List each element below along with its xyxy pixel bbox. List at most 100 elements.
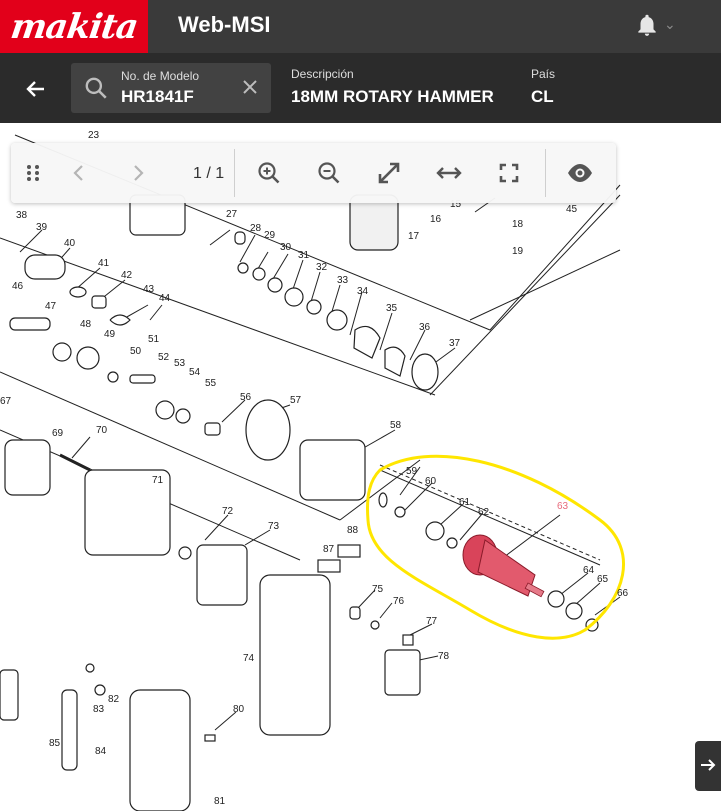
part-label: 42: [121, 270, 133, 281]
part-label: 67: [0, 396, 12, 407]
page-indicator: 1 / 1: [193, 165, 225, 182]
zoom-out-icon[interactable]: [315, 159, 343, 187]
description-value: 18MM ROTARY HAMMER: [291, 87, 494, 106]
zoom-in-icon[interactable]: [255, 159, 283, 187]
part-label: 80: [233, 704, 245, 715]
fullscreen-icon[interactable]: [495, 159, 523, 187]
part-label: 16: [430, 214, 442, 225]
part-label: 76: [393, 596, 405, 607]
part-label: 44: [159, 293, 171, 304]
part-label: 77: [426, 616, 438, 627]
diagram-svg: 23 15 18 19 45 38 39 40 41 42 43 44 46 4…: [0, 130, 629, 811]
country-label: País: [531, 67, 556, 81]
country-block: País CL: [531, 67, 555, 107]
toolbar-divider: [234, 149, 235, 197]
bell-icon[interactable]: [634, 12, 660, 38]
part-label: 23: [88, 130, 100, 141]
part-label: 84: [95, 746, 107, 757]
part-label: 51: [148, 334, 160, 345]
description-block: Descripción 18MM ROTARY HAMMER: [291, 67, 494, 107]
model-search-field[interactable]: No. de Modelo HR1841F: [71, 63, 271, 113]
part-label: 35: [386, 303, 398, 314]
part-label: 61: [459, 497, 471, 508]
part-label: 50: [130, 346, 142, 357]
model-label: No. de Modelo: [121, 69, 200, 83]
arrow-left-icon[interactable]: [24, 77, 48, 101]
part-label: 59: [406, 466, 418, 477]
part-label: 60: [425, 476, 437, 487]
close-icon[interactable]: [241, 78, 259, 96]
part-label: 52: [158, 352, 170, 363]
description-label: Descripción: [291, 67, 354, 81]
part-label: 73: [268, 521, 280, 532]
part-label: 30: [280, 242, 292, 253]
part-label: 19: [512, 246, 524, 257]
part-label: 57: [290, 395, 302, 406]
part-label: 36: [419, 322, 431, 333]
part-label: 53: [174, 358, 186, 369]
country-value: CL: [531, 87, 554, 106]
part-label: 87: [323, 544, 335, 555]
search-icon: [83, 75, 109, 101]
part-label: 82: [108, 694, 120, 705]
part-label: 54: [189, 367, 201, 378]
part-label: 55: [205, 378, 217, 389]
part-label-highlighted: 63: [557, 501, 569, 512]
part-label: 47: [45, 301, 57, 312]
part-label: 74: [243, 653, 255, 664]
part-label: 62: [478, 507, 490, 518]
part-label: 65: [597, 574, 609, 585]
part-label: 37: [449, 338, 461, 349]
part-label: 33: [337, 275, 349, 286]
part-label: 43: [143, 284, 155, 295]
part-label: 18: [512, 219, 524, 230]
part-label: 38: [16, 210, 28, 221]
fit-width-icon[interactable]: [435, 159, 463, 187]
next-page-button[interactable]: [695, 741, 721, 791]
part-label: 46: [12, 281, 24, 292]
exploded-diagram[interactable]: 23 15 18 19 45 38 39 40 41 42 43 44 46 4…: [0, 123, 721, 811]
part-label: 32: [316, 262, 328, 273]
part-label: 31: [298, 250, 310, 261]
fit-diagonal-icon[interactable]: [375, 159, 403, 187]
armature-part-63[interactable]: [462, 534, 545, 598]
model-value[interactable]: HR1841F: [121, 87, 194, 107]
part-label: 48: [80, 319, 92, 330]
model-bar: No. de Modelo HR1841F Descripción 18MM R…: [0, 53, 721, 123]
part-label: 72: [222, 506, 234, 517]
chevron-right-icon[interactable]: [124, 159, 152, 187]
part-label: 45: [566, 204, 578, 215]
part-label: 28: [250, 223, 262, 234]
part-label: 75: [372, 584, 384, 595]
part-label: 41: [98, 258, 110, 269]
part-label: 40: [64, 238, 76, 249]
part-label: 29: [264, 230, 276, 241]
toolbar-divider: [545, 149, 546, 197]
part-label: 39: [36, 222, 48, 233]
eye-icon[interactable]: [566, 159, 594, 187]
part-label: 78: [438, 651, 450, 662]
part-label: 69: [52, 428, 64, 439]
chevron-left-icon[interactable]: [65, 159, 93, 187]
top-bar: makita Web-MSI ⌄: [0, 0, 721, 53]
part-label: 83: [93, 704, 105, 715]
drag-handle-icon[interactable]: [19, 159, 47, 187]
part-label: 34: [357, 286, 369, 297]
part-label: 85: [49, 738, 61, 749]
makita-logo[interactable]: makita: [0, 0, 148, 53]
chevron-down-icon[interactable]: ⌄: [664, 16, 676, 33]
app-title: Web-MSI: [178, 12, 271, 37]
part-label: 81: [214, 796, 226, 807]
part-label: 70: [96, 425, 108, 436]
part-label: 27: [226, 209, 238, 220]
part-label: 17: [408, 231, 420, 242]
arrow-right-icon: [701, 759, 716, 771]
part-label: 66: [617, 588, 629, 599]
viewer-toolbar: 1 / 1: [11, 143, 616, 203]
part-label: 58: [390, 420, 402, 431]
part-label: 88: [347, 525, 359, 536]
part-label: 49: [104, 329, 116, 340]
part-label: 64: [583, 565, 595, 576]
part-label: 71: [152, 475, 164, 486]
part-label: 56: [240, 392, 252, 403]
